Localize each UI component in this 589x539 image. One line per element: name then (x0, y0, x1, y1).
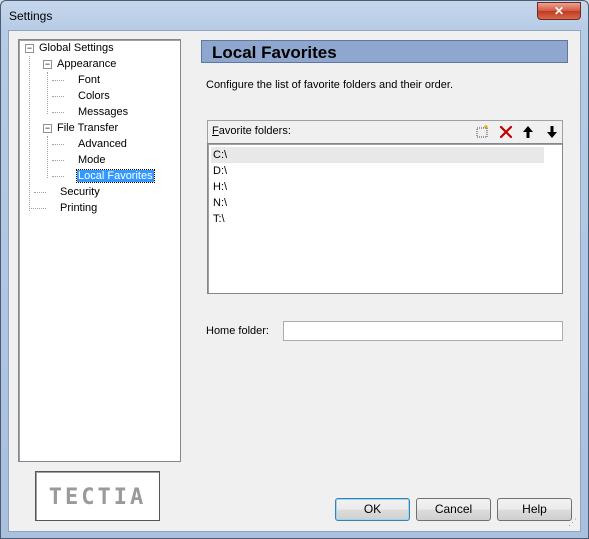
tree-item-advanced[interactable]: Advanced (77, 137, 128, 152)
tree-item-font[interactable]: Font (77, 73, 101, 88)
close-button[interactable]: ✕ (537, 2, 581, 20)
list-item[interactable]: H:\ (211, 179, 544, 195)
tree-item-global-settings[interactable]: − Global Settings (23, 41, 115, 56)
tree-item-label: Security (60, 186, 100, 198)
move-down-icon[interactable] (544, 124, 560, 140)
resize-grip-icon[interactable]: ⋰ (568, 517, 577, 528)
tree-connector (29, 56, 30, 211)
home-folder-label: Home folder: (206, 325, 269, 337)
move-up-icon[interactable] (520, 124, 536, 140)
access-key: F (212, 125, 219, 137)
tree-connector (47, 136, 48, 178)
tree-connector (52, 144, 64, 145)
close-icon: ✕ (553, 4, 565, 18)
page-description: Configure the list of favorite folders a… (206, 79, 454, 91)
collapse-icon[interactable]: − (43, 60, 52, 69)
help-button[interactable]: Help (497, 498, 572, 521)
cancel-button[interactable]: Cancel (416, 498, 491, 521)
tree-item-label: Mode (78, 154, 106, 166)
delete-icon[interactable] (498, 124, 514, 140)
favorite-folders-list[interactable]: C:\ D:\ H:\ N:\ T:\ (207, 143, 563, 294)
tectia-logo: TECTIA (35, 471, 160, 521)
tree-item-label: Font (78, 74, 101, 86)
tree-connector (52, 160, 64, 161)
tree-item-label: Local Favorites (76, 169, 155, 183)
tree-connector (52, 96, 64, 97)
tree-item-file-transfer[interactable]: − File Transfer (41, 121, 119, 136)
tree-item-label: Global Settings (39, 42, 114, 54)
tree-connector (52, 80, 64, 81)
page-title: Local Favorites (212, 43, 337, 62)
window-title: Settings (9, 9, 53, 23)
new-folder-icon[interactable] (474, 124, 490, 140)
tree-item-printing[interactable]: Printing (59, 201, 98, 216)
list-item[interactable]: C:\ (211, 147, 544, 163)
settings-window: Settings ✕ − Global Settings − Appearanc… (0, 0, 589, 539)
page-header: Local Favorites (201, 40, 568, 63)
title-bar[interactable]: Settings ✕ (1, 1, 588, 29)
favorite-folders-label-text: avorite folders: (218, 125, 291, 137)
settings-tree[interactable]: − Global Settings − Appearance Font Colo… (18, 39, 181, 462)
logo-text: TECTIA (48, 485, 147, 510)
tree-connector (47, 72, 48, 114)
collapse-icon[interactable]: − (43, 124, 52, 133)
tree-item-local-favorites[interactable]: Local Favorites (76, 169, 155, 184)
home-folder-input[interactable] (283, 321, 563, 341)
tree-item-colors[interactable]: Colors (77, 89, 111, 104)
collapse-icon[interactable]: − (25, 44, 34, 53)
ok-button[interactable]: OK (335, 498, 410, 521)
tree-item-label: Messages (78, 106, 129, 118)
list-item[interactable]: N:\ (211, 195, 544, 211)
tree-item-label: Colors (78, 90, 110, 102)
favorite-folders-group: Favorite folders: C:\ D:\ H:\ N:\ T:\ (207, 120, 563, 294)
tree-item-label: Appearance (57, 58, 117, 70)
list-item[interactable]: D:\ (211, 163, 544, 179)
tree-connector (52, 176, 64, 177)
tree-connector (52, 112, 64, 113)
list-item[interactable]: T:\ (211, 211, 544, 227)
tree-item-label: File Transfer (57, 122, 119, 134)
tree-item-messages[interactable]: Messages (77, 105, 129, 120)
tree-connector (34, 192, 46, 193)
tree-item-label: Printing (60, 202, 98, 214)
tree-item-mode[interactable]: Mode (77, 153, 107, 168)
dialog-body: − Global Settings − Appearance Font Colo… (8, 30, 581, 532)
favorite-folders-label: Favorite folders: (212, 125, 291, 137)
tree-connector (29, 208, 46, 209)
tree-item-label: Advanced (78, 138, 127, 150)
tree-item-security[interactable]: Security (59, 185, 101, 200)
tree-item-appearance[interactable]: − Appearance (41, 57, 117, 72)
